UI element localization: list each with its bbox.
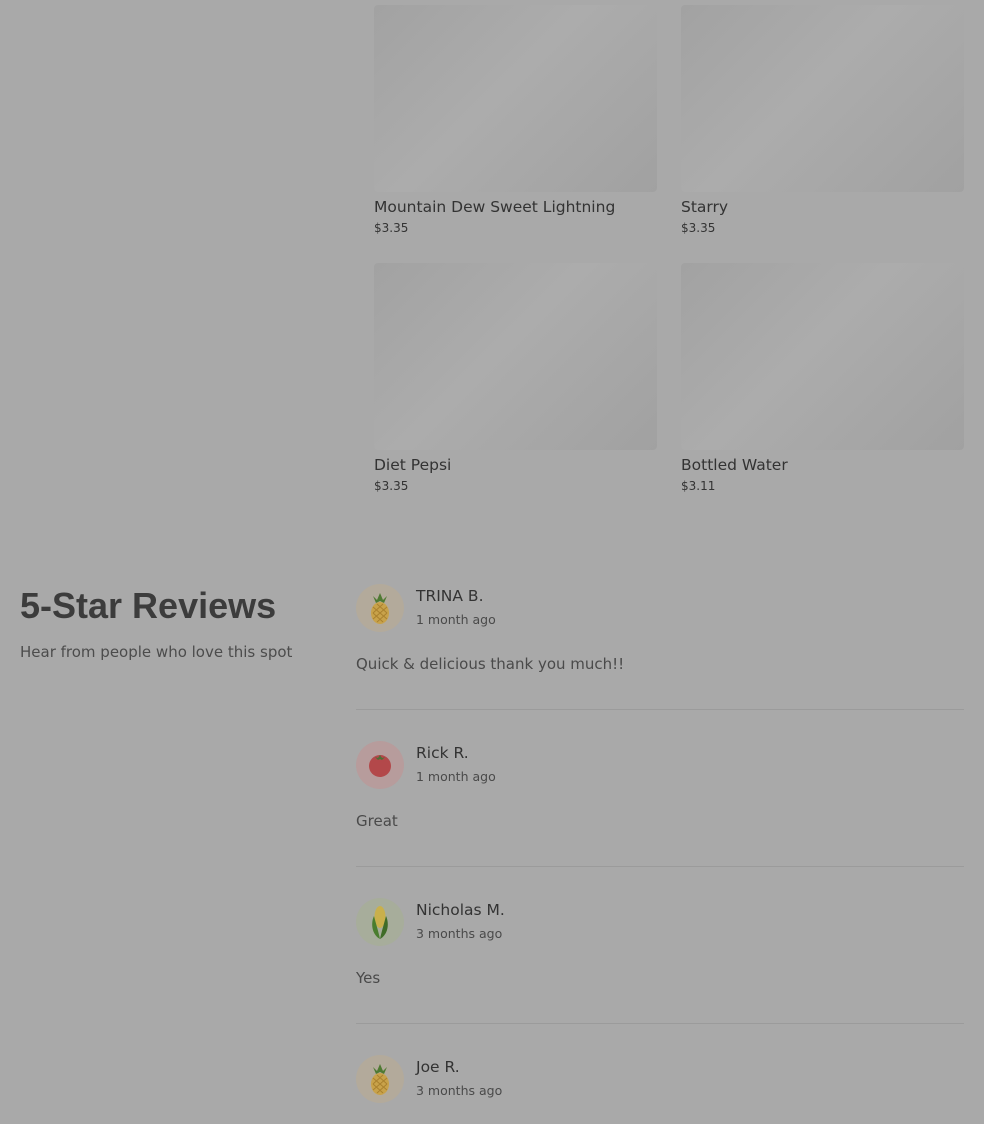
review-text: Yes: [356, 969, 381, 987]
review-time: 1 month ago: [416, 612, 496, 627]
review-text: Great: [356, 812, 398, 830]
page: Mountain Dew Sweet Lightning $3.35 Starr…: [0, 0, 984, 1124]
review-divider: [356, 709, 964, 710]
pineapple-icon: [366, 591, 394, 625]
product-name: Bottled Water: [681, 456, 788, 474]
reviews-title: 5-Star Reviews: [20, 585, 277, 626]
product-name: Starry: [681, 198, 729, 216]
reviewer-name: TRINA B.: [416, 587, 484, 605]
pineapple-icon: [366, 1062, 394, 1096]
product-price: $3.11: [681, 479, 716, 493]
reviewer-name: Joe R.: [416, 1058, 460, 1076]
review-text: Quick & delicious thank you much!!: [356, 655, 625, 673]
product-price: $3.35: [374, 221, 409, 235]
review-divider: [356, 1023, 964, 1024]
tomato-icon: [366, 751, 394, 779]
product-name: Mountain Dew Sweet Lightning: [374, 198, 616, 216]
product-name: Diet Pepsi: [374, 456, 452, 474]
review-time: 1 month ago: [416, 769, 496, 784]
product-card[interactable]: Starry $3.35: [681, 5, 964, 235]
product-image: [374, 263, 657, 450]
reviewer-avatar: [356, 898, 404, 946]
product-price: $3.35: [681, 221, 716, 235]
review-time: 3 months ago: [416, 926, 503, 941]
product-card[interactable]: Diet Pepsi $3.35: [374, 263, 657, 493]
product-image: [374, 5, 657, 192]
reviewer-avatar: [356, 741, 404, 789]
product-card[interactable]: Bottled Water $3.11: [681, 263, 964, 493]
product-price: $3.35: [374, 479, 409, 493]
reviewer-avatar: [356, 1055, 404, 1103]
reviewer-name: Rick R.: [416, 744, 469, 762]
review-time: 3 months ago: [416, 1083, 503, 1098]
product-card[interactable]: Mountain Dew Sweet Lightning $3.35: [374, 5, 657, 235]
product-image: [681, 5, 964, 192]
reviews-subtitle: Hear from people who love this spot: [20, 643, 293, 661]
product-image: [681, 263, 964, 450]
reviewer-avatar: [356, 584, 404, 632]
corn-icon: [368, 904, 392, 940]
review-divider: [356, 866, 964, 867]
reviewer-name: Nicholas M.: [416, 901, 505, 919]
